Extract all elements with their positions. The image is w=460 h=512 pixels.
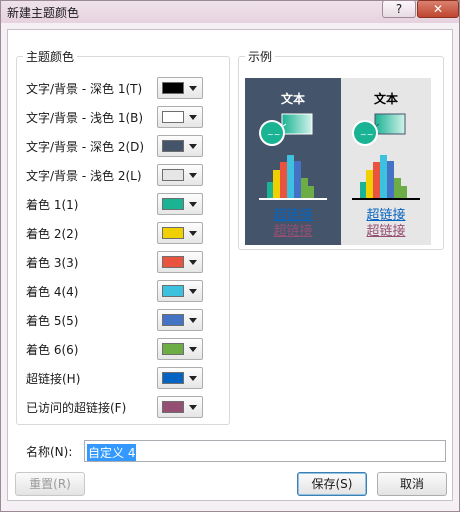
- new-theme-colors-dialog: 新建主题颜色 ? ✕ 主题颜色 文字/背景 - 深色 1(T) 文字/背景 - …: [0, 0, 460, 512]
- sample-dark-panel: 文本 ~~ 超链接 超链接: [245, 78, 341, 245]
- sample-legend: 示例: [248, 50, 273, 64]
- color-swatch: [162, 314, 184, 326]
- help-button[interactable]: ?: [382, 0, 416, 18]
- color-swatch: [162, 372, 184, 384]
- sample-graphic-dark: ~~: [259, 113, 327, 200]
- row-label-accent4: 着色 4(4): [26, 285, 79, 299]
- sample-preview: 文本 ~~ 超链接 超链接 文本 ~~ 超链接 超链接: [245, 78, 431, 245]
- color-picker-light1[interactable]: [157, 106, 203, 128]
- title-bar: 新建主题颜色 ? ✕: [1, 0, 459, 23]
- color-swatch: [162, 285, 184, 297]
- color-swatch: [162, 111, 184, 123]
- row-label-accent6: 着色 6(6): [26, 343, 79, 357]
- color-picker-accent3[interactable]: [157, 251, 203, 273]
- dropdown-arrow-icon: [189, 260, 197, 265]
- color-swatch: [162, 256, 184, 268]
- dropdown-arrow-icon: [189, 376, 197, 381]
- color-picker-accent2[interactable]: [157, 222, 203, 244]
- svg-text:~~: ~~: [360, 130, 373, 139]
- color-picker-dark2[interactable]: [157, 135, 203, 157]
- dropdown-arrow-icon: [189, 405, 197, 410]
- dropdown-arrow-icon: [189, 144, 197, 149]
- row-label-dark2: 文字/背景 - 深色 2(D): [26, 140, 145, 154]
- dropdown-arrow-icon: [189, 318, 197, 323]
- row-label-hyperlink: 超链接(H): [26, 372, 81, 386]
- color-picker-accent1[interactable]: [157, 193, 203, 215]
- color-swatch: [162, 401, 184, 413]
- color-swatch: [162, 198, 184, 210]
- dropdown-arrow-icon: [189, 347, 197, 352]
- svg-text:~~: ~~: [267, 130, 280, 139]
- theme-colors-group: 主题颜色 文字/背景 - 深色 1(T) 文字/背景 - 浅色 1(B) 文字/…: [16, 48, 230, 425]
- dropdown-arrow-icon: [189, 86, 197, 91]
- row-label-visited-hyperlink: 已访问的超链接(F): [26, 401, 127, 415]
- save-button[interactable]: 保存(S): [297, 472, 367, 496]
- color-picker-light2[interactable]: [157, 164, 203, 186]
- dropdown-arrow-icon: [189, 173, 197, 178]
- sample-text-dark: 文本: [280, 92, 305, 106]
- color-picker-accent5[interactable]: [157, 309, 203, 331]
- theme-colors-legend: 主题颜色: [26, 50, 75, 64]
- dialog-body: 主题颜色 文字/背景 - 深色 1(T) 文字/背景 - 浅色 1(B) 文字/…: [7, 29, 453, 501]
- name-input[interactable]: 自定义 4: [84, 440, 446, 462]
- color-swatch: [162, 140, 184, 152]
- sample-text-light: 文本: [373, 92, 398, 106]
- color-picker-accent4[interactable]: [157, 280, 203, 302]
- cancel-button[interactable]: 取消: [377, 472, 447, 496]
- color-picker-accent6[interactable]: [157, 338, 203, 360]
- sample-graphic-light: ~~: [352, 113, 420, 200]
- dropdown-arrow-icon: [189, 115, 197, 120]
- reset-button[interactable]: 重置(R): [15, 472, 85, 496]
- sample-visited-hyperlink-light: 超链接: [366, 224, 406, 239]
- row-label-accent1: 着色 1(1): [26, 198, 79, 212]
- row-label-light1: 文字/背景 - 浅色 1(B): [26, 111, 144, 125]
- close-button[interactable]: ✕: [417, 0, 459, 18]
- color-picker-visited-hyperlink[interactable]: [157, 396, 203, 418]
- sample-light-panel: 文本 ~~ 超链接 超链接: [341, 78, 431, 245]
- color-swatch: [162, 82, 184, 94]
- dialog-title: 新建主题颜色: [7, 6, 80, 20]
- name-label: 名称(N):: [26, 445, 73, 459]
- row-label-dark1: 文字/背景 - 深色 1(T): [26, 82, 143, 96]
- dropdown-arrow-icon: [189, 289, 197, 294]
- sample-visited-hyperlink-dark: 超链接: [273, 224, 313, 239]
- row-label-accent3: 着色 3(3): [26, 256, 79, 270]
- row-label-accent2: 着色 2(2): [26, 227, 79, 241]
- dropdown-arrow-icon: [189, 231, 197, 236]
- row-label-light2: 文字/背景 - 浅色 2(L): [26, 169, 142, 183]
- name-input-value: 自定义 4: [87, 444, 137, 461]
- color-swatch: [162, 227, 184, 239]
- color-swatch: [162, 343, 184, 355]
- row-label-accent5: 着色 5(5): [26, 314, 79, 328]
- dropdown-arrow-icon: [189, 202, 197, 207]
- sample-group: 示例 文本 ~~ 超链接 超链接 文本 ~~ 超链接 超链接: [238, 48, 444, 250]
- color-swatch: [162, 169, 184, 181]
- color-picker-hyperlink[interactable]: [157, 367, 203, 389]
- color-picker-dark1[interactable]: [157, 77, 203, 99]
